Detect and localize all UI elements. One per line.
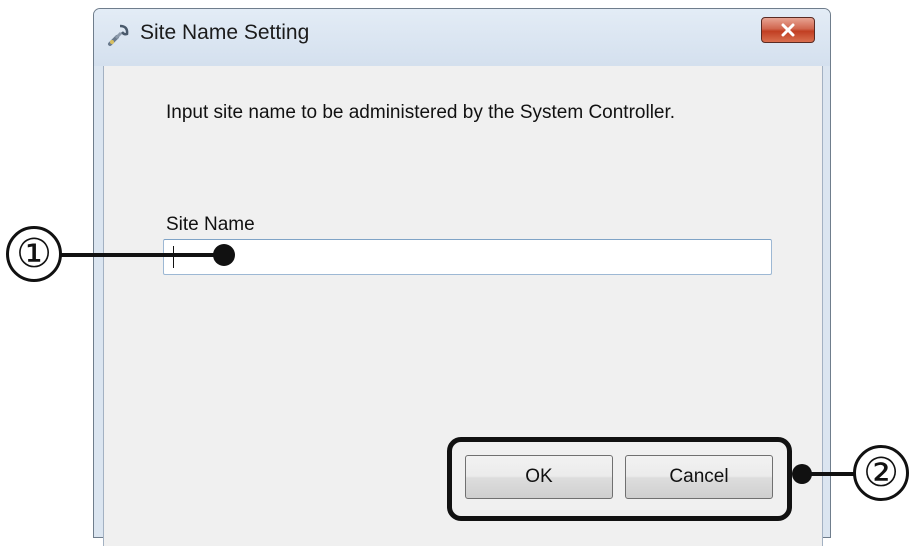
callout-2-marker: ② (853, 445, 909, 501)
callout-1-dot (213, 244, 235, 266)
callout-2-dot (792, 464, 812, 484)
callout-1-marker: ① (6, 226, 62, 282)
callout-2-box (447, 437, 792, 521)
